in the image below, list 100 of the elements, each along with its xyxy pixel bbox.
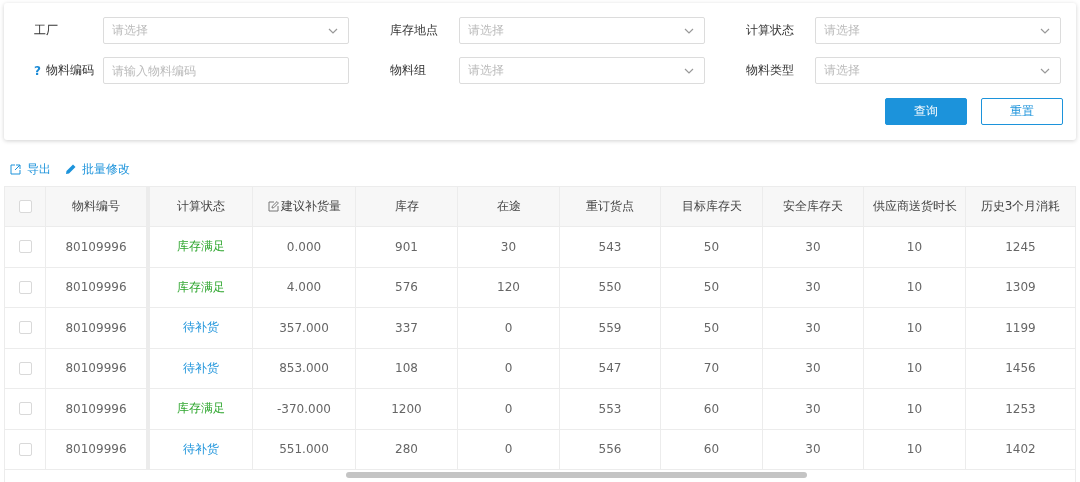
table-cell: 30 [805,361,821,376]
table-cell: 30 [805,320,821,335]
checkbox[interactable] [18,240,32,254]
table-cell: 80109996 [65,442,127,457]
field-label: 计算状态 [746,22,794,39]
status-text: 待补货 [183,359,219,377]
table-cell: 80109996 [65,401,127,416]
column-header: 历史3个月消耗 [980,198,1061,215]
checkbox[interactable] [18,442,32,456]
help-icon[interactable]: ? [34,63,41,78]
table-cell: 0 [504,320,513,335]
table-cell: 556 [598,442,622,457]
column-header: 计算状态 [177,198,225,215]
checkbox[interactable] [18,321,32,335]
checkbox[interactable] [18,200,32,213]
status-text: 待补货 [183,440,219,458]
table-cell: 1200 [391,401,422,416]
table-cell: 576 [395,280,418,295]
chevron-down-icon [1040,27,1050,34]
table-cell: 50 [703,320,720,335]
table-cell: 1456 [1005,361,1036,376]
table-cell: 70 [703,361,720,376]
table-cell: 901 [395,239,418,254]
table-cell: 1402 [1005,442,1036,457]
column-header: 在途 [496,198,521,215]
field-label: 工厂 [34,22,58,39]
status-text: 库存满足 [177,278,225,296]
table-cell: 1253 [1005,401,1036,416]
table-cell: 80109996 [65,361,127,376]
table-cell: 559 [598,320,622,335]
table-cell: 30 [805,239,821,254]
select-field[interactable]: 请选择 [815,57,1061,84]
table-cell: 0 [504,442,513,457]
checkbox[interactable] [18,361,32,375]
table-cell: 543 [598,239,622,254]
table-cell: 10 [906,401,923,416]
table-cell: 547 [598,361,622,376]
table-cell: 551.000 [279,442,329,457]
table-cell: 550 [598,280,622,295]
table-cell: 50 [703,239,720,254]
column-header: 供应商送货时长 [872,198,957,215]
export-icon [10,163,21,175]
column-header: 目标库存天 [681,198,742,215]
table-cell: 60 [703,442,720,457]
table-cell: 30 [805,401,821,416]
table-cell: 0 [504,401,513,416]
table-cell: 10 [906,361,923,376]
table-cell: 1199 [1005,320,1036,335]
select-field[interactable]: 请选择 [103,17,349,44]
field-label: 物料组 [390,62,426,79]
status-text: 库存满足 [177,238,225,256]
field-label: 物料类型 [746,62,794,79]
table-cell: -370.000 [277,401,331,416]
select-field[interactable]: 请选择 [459,57,705,84]
table-cell: 1309 [1005,280,1036,295]
column-header: 安全库存天 [783,198,843,215]
field-label: 库存地点 [390,22,438,39]
chevron-down-icon [1040,67,1050,74]
table-cell: 80109996 [65,280,127,295]
table-cell: 0.000 [286,239,322,254]
table-cell: 4.000 [286,280,322,295]
scrollbar-thumb[interactable] [346,472,807,478]
table-cell: 853.000 [279,361,329,376]
column-header: 建议补货量 [280,198,341,215]
batch-edit-link[interactable]: 批量修改 [65,160,130,178]
table-cell: 80109996 [65,239,127,254]
table-cell: 30 [805,280,821,295]
reset-button[interactable]: 重置 [981,98,1063,125]
table-cell: 280 [395,442,418,457]
table-cell: 80109996 [65,320,127,335]
column-header: 库存 [394,198,419,215]
checkbox[interactable] [18,280,32,294]
table-cell: 0 [504,361,513,376]
table-cell: 108 [395,361,418,376]
status-text: 待补货 [183,319,219,337]
column-header: 物料编号 [72,198,120,215]
table-cell: 10 [906,280,923,295]
field-label: 物料编码 [45,62,94,79]
table-cell: 1245 [1005,239,1036,254]
input-field[interactable]: 请输入物料编码 [103,57,349,84]
select-field[interactable]: 请选择 [815,17,1061,44]
table-cell: 30 [805,442,821,457]
table-cell: 357.000 [279,320,329,335]
table-cell: 120 [497,280,520,295]
chevron-down-icon [328,27,338,34]
export-link[interactable]: 导出 [10,160,51,178]
status-text: 库存满足 [177,400,225,418]
table-cell: 553 [598,401,622,416]
table-cell: 30 [500,239,517,254]
table-cell: 10 [906,239,923,254]
table-cell: 10 [906,320,923,335]
pencil-icon [65,163,76,175]
column-header: 重订货点 [586,198,634,215]
edit-icon [267,201,279,212]
query-button[interactable]: 查询 [885,98,967,125]
table-cell: 337 [395,320,418,335]
chevron-down-icon [684,27,694,34]
select-field[interactable]: 请选择 [459,17,705,44]
chevron-down-icon [684,67,694,74]
checkbox[interactable] [18,402,32,416]
